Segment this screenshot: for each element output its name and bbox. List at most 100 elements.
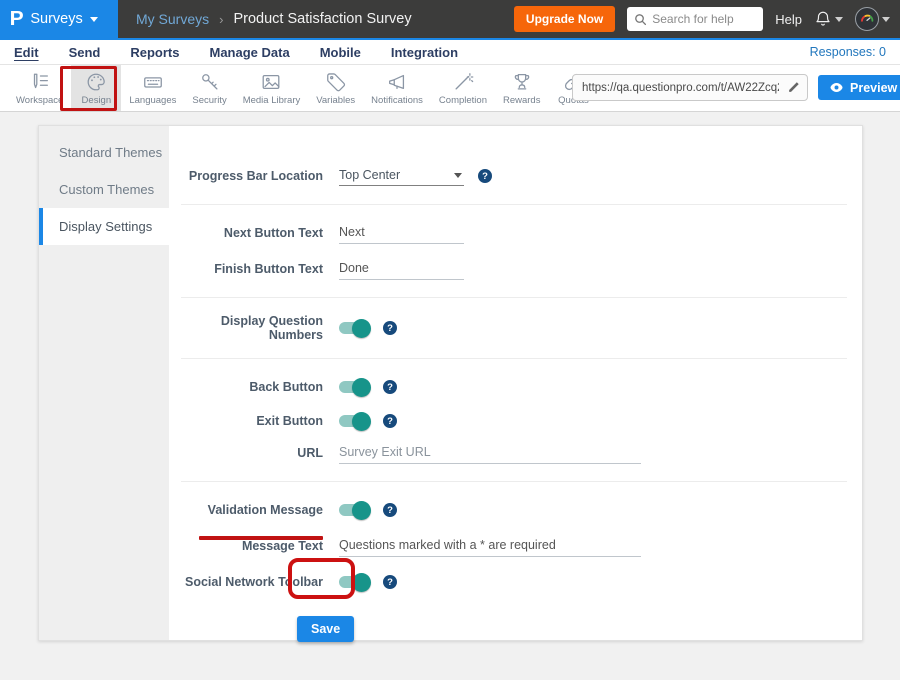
exit-url-input[interactable] [339,443,641,464]
image-icon [260,71,282,93]
responses-count[interactable]: Responses: 0 [810,45,886,59]
toolbar-label: Languages [129,95,176,106]
breadcrumb: My Surveys › Product Satisfaction Survey [136,11,412,27]
keyboard-icon [142,71,164,93]
help-icon[interactable]: ? [478,169,492,183]
validation-message-label: Validation Message [169,503,323,517]
breadcrumb-survey-title: Product Satisfaction Survey [233,11,411,27]
bell-icon [814,10,832,28]
display-settings-form: Progress Bar Location Top Center ? Next … [169,126,862,640]
nav-tab-manage-data[interactable]: Manage Data [209,45,289,60]
next-button-text-input[interactable] [339,223,464,244]
message-text-label: Message Text [169,539,323,553]
trophy-icon [511,71,533,93]
chevron-down-icon [90,17,98,22]
product-menu-label: Surveys [30,11,82,27]
upgrade-now-button[interactable]: Upgrade Now [514,6,615,32]
toolbar-label: Completion [439,95,487,106]
nav-tab-reports[interactable]: Reports [130,45,179,60]
progress-bar-location-label: Progress Bar Location [169,169,323,183]
social-network-toolbar-toggle[interactable] [339,576,369,588]
toolbar-label: Rewards [503,95,541,106]
message-text-input[interactable] [339,536,641,557]
questionpro-logo: P [10,9,24,29]
palette-icon [85,71,107,93]
avatar [855,7,879,31]
page-content: Standard Themes Custom Themes Display Se… [0,112,900,680]
workspace-icon [29,71,51,93]
toolbar-label: Design [82,95,112,106]
survey-nav: Edit Send Reports Manage Data Mobile Int… [0,38,900,65]
toolbar-label: Security [192,95,226,106]
survey-url-field[interactable]: https://qa.questionpro.com/t/AW22Zcq2J [572,74,808,101]
search-icon [634,13,647,26]
preview-label: Preview [850,81,897,95]
help-search-input[interactable] [652,12,752,26]
toolbar-label: Variables [316,95,355,106]
toolbar-label: Workspace [16,95,63,106]
display-question-numbers-toggle[interactable] [339,322,369,334]
toolbar-security[interactable]: Security [184,65,234,111]
sidebar-item-custom-themes[interactable]: Custom Themes [39,171,169,208]
pencil-icon [787,81,800,94]
chevron-down-icon [882,17,890,22]
toolbar-languages[interactable]: Languages [121,65,184,111]
back-button-toggle[interactable] [339,381,369,393]
help-search-box[interactable] [627,7,763,31]
preview-button[interactable]: Preview [818,75,900,100]
toolbar-rewards[interactable]: Rewards [495,65,549,111]
chevron-down-icon [835,17,843,22]
themes-sidebar: Standard Themes Custom Themes Display Se… [39,126,169,640]
finish-button-text-label: Finish Button Text [169,262,323,276]
exit-button-toggle[interactable] [339,415,369,427]
product-menu[interactable]: P Surveys [0,0,118,38]
nav-tab-edit[interactable]: Edit [14,45,39,60]
survey-url-value: https://qa.questionpro.com/t/AW22Zcq2J [573,82,779,94]
nav-tab-send[interactable]: Send [69,45,101,60]
nav-tab-integration[interactable]: Integration [391,45,458,60]
exit-button-label: Exit Button [169,414,323,428]
megaphone-icon [386,71,408,93]
chevron-down-icon [454,173,462,178]
validation-message-toggle[interactable] [339,504,369,516]
display-settings-card: Standard Themes Custom Themes Display Se… [38,125,863,641]
help-icon[interactable]: ? [383,414,397,428]
breadcrumb-separator: › [219,12,223,27]
finish-button-text-input[interactable] [339,259,464,280]
section-divider [181,297,847,298]
toolbar-label: Media Library [243,95,301,106]
section-divider [181,481,847,482]
toolbar-variables[interactable]: Variables [308,65,363,111]
toolbar-workspace[interactable]: Workspace [8,65,71,111]
help-icon[interactable]: ? [383,321,397,335]
eye-icon [829,80,844,95]
key-icon [199,71,221,93]
progress-bar-location-select[interactable]: Top Center [339,166,464,186]
tag-icon [325,71,347,93]
save-button[interactable]: Save [297,616,354,642]
help-link[interactable]: Help [775,12,802,27]
display-question-numbers-label: Display Question Numbers [169,314,323,342]
exit-url-label: URL [169,446,323,460]
help-icon[interactable]: ? [383,575,397,589]
toolbar-completion[interactable]: Completion [431,65,495,111]
toolbar-notifications[interactable]: Notifications [363,65,431,111]
help-icon[interactable]: ? [383,503,397,517]
select-value: Top Center [339,168,400,182]
edit-url-button[interactable] [779,75,807,100]
wand-icon [452,71,474,93]
back-button-label: Back Button [169,380,323,394]
top-bar: P Surveys My Surveys › Product Satisfact… [0,0,900,38]
next-button-text-label: Next Button Text [169,226,323,240]
social-network-toolbar-label: Social Network Toolbar [169,575,323,589]
sidebar-item-display-settings[interactable]: Display Settings [39,208,169,245]
account-menu-button[interactable] [855,7,890,31]
nav-tab-mobile[interactable]: Mobile [320,45,361,60]
toolbar-design[interactable]: Design [71,65,121,111]
toolbar-media-library[interactable]: Media Library [235,65,309,111]
sidebar-item-standard-themes[interactable]: Standard Themes [39,134,169,171]
help-icon[interactable]: ? [383,380,397,394]
section-divider [181,204,847,205]
notifications-bell-button[interactable] [814,10,843,28]
breadcrumb-my-surveys[interactable]: My Surveys [136,11,209,27]
